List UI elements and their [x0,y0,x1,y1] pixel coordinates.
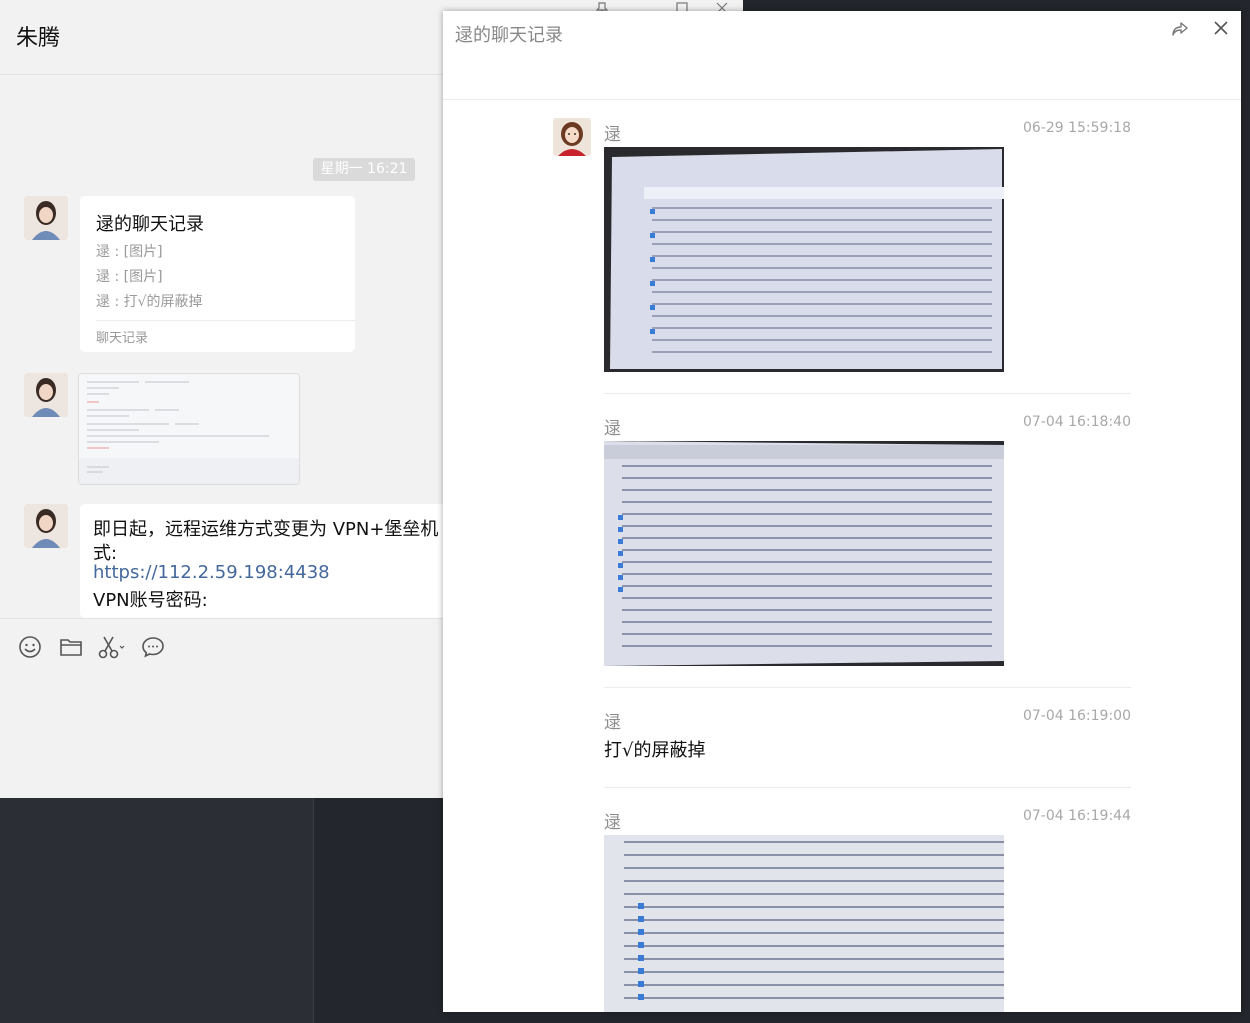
forward-card-line: 逯 : [图片] [96,269,163,285]
message-text: 打√的屏蔽掉 [604,740,706,761]
message-time: 07-04 16:18:40 [1022,414,1131,430]
avatar[interactable] [24,504,68,548]
message-sender: 逯 [604,813,621,833]
chat-title: 朱腾 [16,26,61,51]
image-thumbnail[interactable] [78,373,300,485]
chat-history-window: 逯的聊天记录 逯 06-29 15:59:18 逯 07-04 16:18:40… [443,11,1241,1012]
scissors-icon[interactable] [98,635,125,659]
forward-card-line: 逯 : [图片] [96,244,163,260]
message-photo[interactable] [604,147,1004,372]
message-time: 06-29 15:59:18 [1022,120,1131,136]
desktop-strip [0,798,313,1023]
history-header-divider [443,99,1241,100]
close-icon[interactable] [1212,19,1230,37]
message-separator [604,687,1131,688]
message-time: 07-04 16:19:00 [1022,708,1131,724]
share-icon[interactable] [1171,20,1189,38]
message-sender: 逯 [604,419,621,439]
forwarded-chat-card[interactable]: 逯的聊天记录 逯 : [图片] 逯 : [图片] 逯 : 打√的屏蔽掉 聊天记录 [80,196,355,352]
chat-bubble-icon[interactable] [141,635,165,659]
message-separator [604,787,1131,788]
desktop-divider [313,798,314,1023]
avatar[interactable] [24,196,68,240]
emoji-icon[interactable] [18,635,42,659]
message-sender: 逯 [604,125,621,145]
message-text-line: VPN账号密码: [93,590,208,611]
forward-card-line: 逯 : 打√的屏蔽掉 [96,294,203,310]
avatar[interactable] [24,373,68,417]
folder-icon[interactable] [59,635,83,659]
message-sender: 逯 [604,713,621,733]
avatar[interactable] [553,118,591,156]
message-separator [604,393,1131,394]
message-photo[interactable] [604,835,1004,1012]
message-link[interactable]: https://112.2.59.198:4438 [93,562,330,583]
forward-card-title: 逯的聊天记录 [96,214,204,235]
time-divider: 星期一 16:21 [313,158,415,181]
forward-card-divider [96,320,355,321]
message-text-line: 即日起，远程运维方式变更为 VPN+堡垒机 方 [93,519,460,540]
message-time: 07-04 16:19:44 [1022,808,1131,824]
history-title: 逯的聊天记录 [455,25,563,46]
message-photo[interactable] [604,441,1004,666]
text-message-bubble[interactable]: 即日起，远程运维方式变更为 VPN+堡垒机 方 式: https://112.2… [80,504,460,618]
forward-card-footer: 聊天记录 [96,331,149,346]
